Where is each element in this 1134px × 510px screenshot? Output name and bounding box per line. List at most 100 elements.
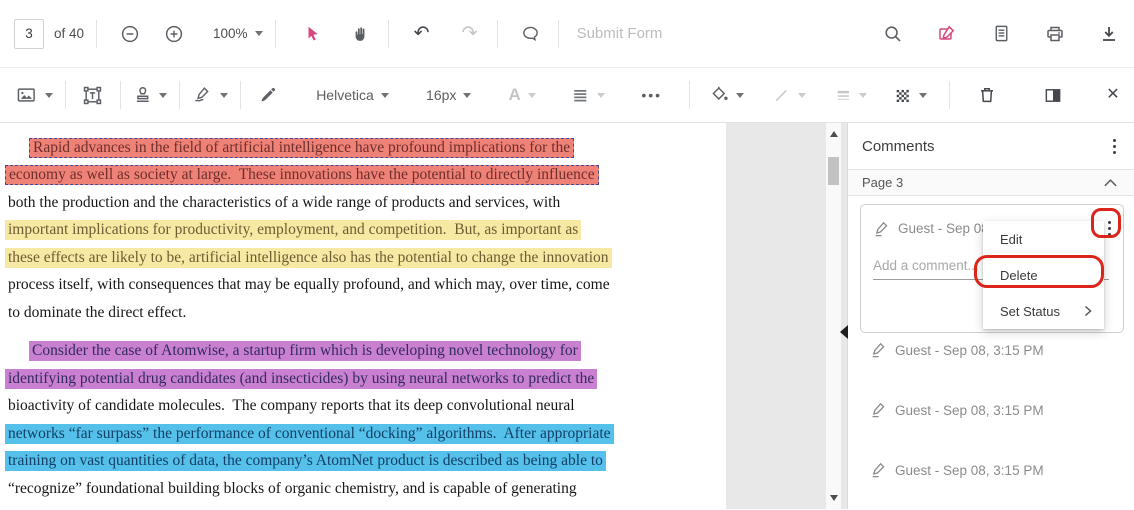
- text-align-dropdown[interactable]: [571, 78, 605, 112]
- style-panel-toggle-button[interactable]: [1038, 78, 1068, 112]
- highlight-annotation[interactable]: economy as well as society at large. The…: [5, 165, 599, 185]
- font-color-dropdown[interactable]: A: [507, 78, 537, 112]
- toolbar-divider: [96, 20, 97, 48]
- comment-list-item[interactable]: Guest - Sep 08, 3:15 PM: [848, 320, 1134, 380]
- undo-button[interactable]: ↶: [407, 17, 437, 51]
- zoom-in-icon: [164, 24, 184, 44]
- font-family-dropdown[interactable]: Helvetica: [317, 78, 389, 112]
- comment-options-button[interactable]: [1104, 217, 1115, 240]
- zoom-out-button[interactable]: [115, 17, 145, 51]
- signature-tool[interactable]: [192, 78, 228, 112]
- more-options-button[interactable]: •••: [637, 78, 667, 112]
- chevron-down-icon: [528, 93, 536, 98]
- panel-collapse-handle[interactable]: [840, 325, 848, 339]
- toolbar-divider: [120, 81, 121, 109]
- add-comment-button[interactable]: [516, 17, 546, 51]
- freehand-tool[interactable]: [253, 78, 283, 112]
- highlight-annotation[interactable]: training on vast quantities of data, the…: [5, 451, 606, 471]
- close-toolbar-button[interactable]: ✕: [1098, 78, 1128, 112]
- comments-panel-menu-button[interactable]: [1109, 135, 1120, 158]
- document-text-line: training on vast quantities of data, the…: [5, 448, 726, 476]
- search-button[interactable]: [878, 17, 908, 51]
- menu-item-delete[interactable]: Delete: [983, 257, 1104, 293]
- scroll-up-arrow-icon[interactable]: [830, 131, 838, 137]
- scroll-down-arrow-icon[interactable]: [830, 495, 838, 501]
- page-count-label: of 40: [54, 26, 84, 41]
- text-line: “recognize” foundational building blocks…: [5, 479, 580, 499]
- highlight-annotation[interactable]: important implications for productivity,…: [5, 220, 581, 240]
- top-toolbar: of 40 100% ↶ ↷ Submit Form: [0, 0, 1134, 68]
- kebab-icon: [1113, 139, 1116, 142]
- chevron-down-icon: [381, 93, 389, 98]
- zoom-in-button[interactable]: [159, 17, 189, 51]
- document-scrollbar[interactable]: [826, 123, 841, 509]
- comment-bubble-icon: [521, 24, 540, 43]
- line-thickness-dropdown[interactable]: [834, 78, 868, 112]
- undo-icon: ↶: [414, 24, 430, 43]
- format-toolbar: Helvetica 16px A •••: [0, 68, 1134, 123]
- comment-list-item[interactable]: Guest - Sep 08, 3:15 PM: [848, 380, 1134, 440]
- comments-panel-header: Comments: [848, 123, 1134, 169]
- text-line: to dominate the direct effect.: [5, 303, 189, 323]
- chevron-down-icon: [736, 93, 744, 98]
- opacity-pattern-dropdown[interactable]: [893, 78, 927, 112]
- document-text-line: identifying potential drug candidates (a…: [5, 365, 726, 393]
- close-icon: ✕: [1106, 87, 1119, 103]
- insert-image-tool[interactable]: [16, 78, 53, 112]
- print-button[interactable]: [1040, 17, 1070, 51]
- scrollbar-thumb[interactable]: [828, 157, 839, 185]
- notes-panel-button[interactable]: [986, 17, 1016, 51]
- printer-icon: [1045, 24, 1065, 44]
- font-color-icon: A: [508, 85, 520, 105]
- free-text-tool[interactable]: [78, 78, 108, 112]
- stamp-tool[interactable]: [133, 78, 168, 112]
- page-number-input[interactable]: [14, 19, 44, 49]
- toolbar-divider: [497, 20, 498, 48]
- page-section-header[interactable]: Page 3: [848, 169, 1134, 196]
- highlight-pen-icon: [870, 342, 886, 358]
- font-size-dropdown[interactable]: 16px: [426, 78, 471, 112]
- zoom-out-icon: [120, 24, 140, 44]
- menu-item-edit[interactable]: Edit: [983, 221, 1104, 257]
- toolbar-divider: [179, 81, 180, 109]
- menu-item-set-status[interactable]: Set Status: [983, 293, 1104, 329]
- comment-list: Guest - Sep 08, 3:15 PM Guest - Sep 08, …: [848, 320, 1134, 500]
- highlight-pen-icon: [873, 221, 889, 237]
- toolbar-divider: [240, 81, 241, 109]
- highlight-annotation[interactable]: Consider the case of Atomwise, a startup…: [29, 341, 581, 361]
- document-text: Rapid advances in the field of artificia…: [0, 123, 726, 503]
- document-viewer: Rapid advances in the field of artificia…: [0, 123, 847, 509]
- notes-page-icon: [992, 24, 1011, 43]
- comment-author-timestamp: Guest - Sep 08, 3:15 PM: [895, 343, 1044, 358]
- download-button[interactable]: [1094, 17, 1124, 51]
- pan-tool-button[interactable]: [346, 17, 376, 51]
- trash-icon: [977, 85, 997, 105]
- redo-icon: ↷: [462, 24, 478, 43]
- select-tool-button[interactable]: [298, 17, 328, 51]
- search-icon: [883, 24, 903, 44]
- highlight-annotation[interactable]: Rapid advances in the field of artificia…: [29, 138, 574, 158]
- chevron-up-icon[interactable]: [1103, 178, 1118, 188]
- brush-icon: [258, 85, 278, 105]
- text-line: both the production and the characterist…: [5, 193, 563, 213]
- document-text-line: networks “far surpass” the performance o…: [5, 420, 726, 448]
- stroke-style-dropdown[interactable]: [772, 78, 806, 112]
- comment-list-item[interactable]: Guest - Sep 08, 3:15 PM: [848, 440, 1134, 500]
- chevron-down-icon: [463, 93, 471, 98]
- highlight-annotation[interactable]: networks “far surpass” the performance o…: [5, 424, 614, 444]
- highlight-annotation[interactable]: these effects are likely to be, artifici…: [5, 248, 612, 268]
- chevron-down-icon: [919, 93, 927, 98]
- submit-form-label[interactable]: Submit Form: [577, 25, 663, 42]
- cursor-arrow-icon: [304, 25, 322, 43]
- redo-button[interactable]: ↷: [455, 17, 485, 51]
- chevron-down-icon: [45, 93, 53, 98]
- checker-pattern-icon: [893, 86, 912, 105]
- document-text-line: process itself, with consequences that m…: [5, 272, 726, 300]
- edit-annotations-button[interactable]: [932, 17, 962, 51]
- highlight-annotation[interactable]: identifying potential drug candidates (a…: [5, 369, 597, 389]
- fill-color-dropdown[interactable]: [710, 78, 745, 112]
- fill-bucket-icon: [710, 85, 730, 105]
- delete-annotation-button[interactable]: [972, 78, 1002, 112]
- zoom-level-dropdown[interactable]: 100%: [213, 17, 263, 51]
- toolbar-divider: [275, 20, 276, 48]
